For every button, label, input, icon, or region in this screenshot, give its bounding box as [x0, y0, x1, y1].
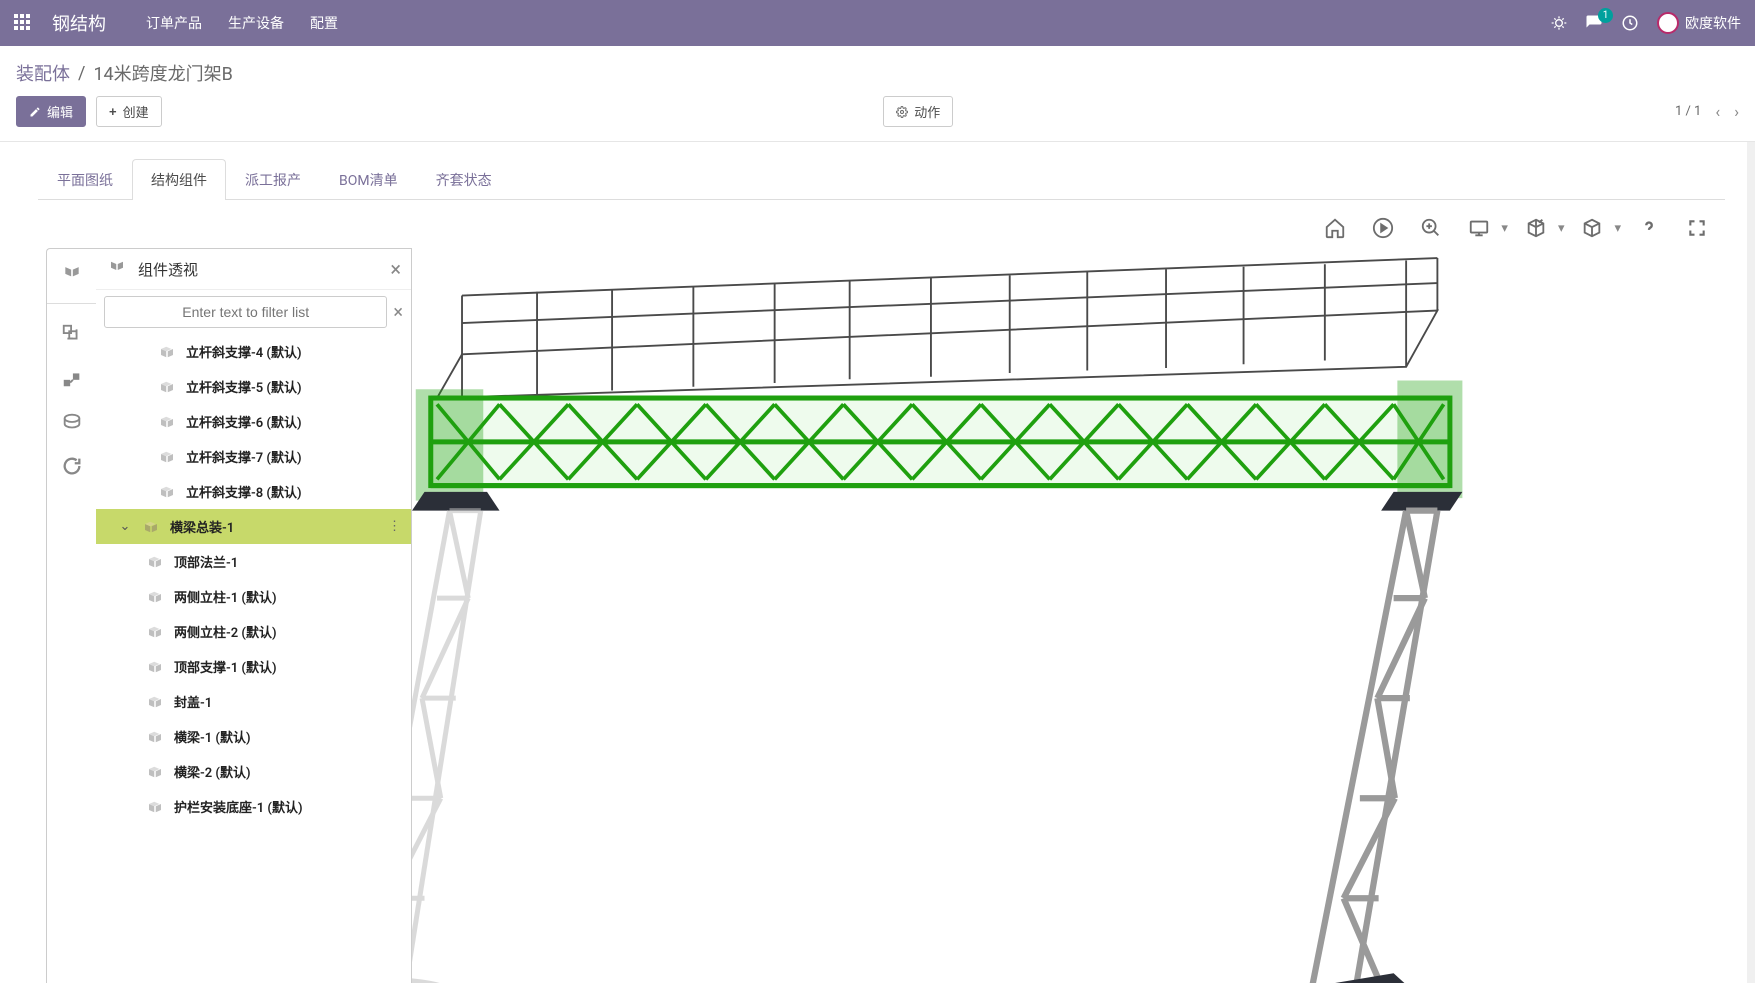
- clear-filter-icon[interactable]: ×: [393, 302, 403, 323]
- tree-part-node[interactable]: 立杆斜支撑-4 (默认): [96, 334, 411, 369]
- node-label: 立杆斜支撑-5 (默认): [186, 377, 302, 396]
- tree-part-node[interactable]: 护栏安装底座-1 (默认): [96, 789, 411, 824]
- user-menu[interactable]: 欧度软件: [1657, 12, 1741, 34]
- messages-badge: 1: [1598, 8, 1613, 23]
- breadcrumb-root[interactable]: 装配体: [16, 60, 70, 86]
- node-label: 横梁-2 (默认): [174, 762, 251, 781]
- node-label: 顶部支撑-1 (默认): [174, 657, 277, 676]
- edit-button[interactable]: 编辑: [16, 96, 86, 127]
- kebab-icon[interactable]: ⋮: [388, 519, 401, 534]
- viewer-toolbar: ▾ ▾ ▾: [38, 200, 1725, 248]
- filter-input[interactable]: [104, 296, 387, 328]
- breadcrumb-current: 14米跨度龙门架B: [93, 60, 232, 86]
- box-mode-icon[interactable]: [1572, 208, 1612, 248]
- messages-icon[interactable]: 1: [1585, 14, 1603, 32]
- zoom-icon[interactable]: [1411, 208, 1451, 248]
- tab-structure-components[interactable]: 结构组件: [132, 159, 226, 200]
- create-button[interactable]: +创建: [96, 96, 162, 127]
- tab-kitting-status[interactable]: 齐套状态: [417, 159, 511, 200]
- viewer-area: 组件透视 × × 立杆斜支撑-4 (默认) 立杆斜支撑-5 (默认) 立杆斜支撑-6…: [38, 248, 1725, 983]
- tree-part-node[interactable]: 立杆斜支撑-7 (默认): [96, 439, 411, 474]
- avatar-icon: [1657, 12, 1679, 34]
- menu-production-equipment[interactable]: 生产设备: [228, 13, 284, 33]
- tree-part-node[interactable]: 立杆斜支撑-5 (默认): [96, 369, 411, 404]
- node-label: 立杆斜支撑-7 (默认): [186, 447, 302, 466]
- tree-part-node[interactable]: 两侧立柱-1 (默认): [96, 579, 411, 614]
- tree-part-node[interactable]: 立杆斜支撑-6 (默认): [96, 404, 411, 439]
- tree-assembly-node[interactable]: ⌄ 横梁总装-1 ⋮: [96, 509, 411, 544]
- tree-part-node[interactable]: 顶部法兰-1: [96, 544, 411, 579]
- expand-toggle-icon[interactable]: ⌄: [118, 519, 132, 534]
- breadcrumb-row: 装配体 / 14米跨度龙门架B: [0, 46, 1755, 86]
- pager-position: 1 / 1: [1675, 104, 1701, 119]
- panel-title: 组件透视: [138, 259, 380, 280]
- chevron-down-icon[interactable]: ▾: [1501, 221, 1508, 236]
- fullscreen-icon[interactable]: [1677, 208, 1717, 248]
- component-tree[interactable]: 立杆斜支撑-4 (默认) 立杆斜支撑-5 (默认) 立杆斜支撑-6 (默认) 立杆斜支…: [96, 334, 411, 983]
- explode-icon[interactable]: [54, 360, 90, 396]
- play-icon[interactable]: [1363, 208, 1403, 248]
- rotate-icon[interactable]: [54, 448, 90, 484]
- tab-dispatch-report[interactable]: 派工报产: [226, 159, 320, 200]
- tab-bar: 平面图纸 结构组件 派工报产 BOM清单 齐套状态: [38, 158, 1725, 200]
- 3d-viewport[interactable]: [412, 248, 1725, 983]
- top-menu: 订单产品 生产设备 配置: [146, 13, 338, 33]
- menu-config[interactable]: 配置: [310, 13, 338, 33]
- action-dropdown[interactable]: 动作: [883, 96, 953, 127]
- pager-next[interactable]: ›: [1734, 102, 1739, 121]
- apps-launcher-icon[interactable]: [14, 14, 32, 32]
- tree-part-node[interactable]: 封盖-1: [96, 684, 411, 719]
- app-brand: 钢结构: [52, 10, 106, 36]
- component-tree-panel: 组件透视 × × 立杆斜支撑-4 (默认) 立杆斜支撑-5 (默认) 立杆斜支撑-6…: [96, 248, 412, 983]
- tree-panel-icon[interactable]: [54, 255, 90, 291]
- display-mode-icon[interactable]: [1459, 208, 1499, 248]
- panel-icon: [106, 258, 128, 280]
- node-label: 封盖-1: [174, 692, 212, 711]
- breadcrumb: 装配体 / 14米跨度龙门架B: [16, 60, 233, 86]
- tree-part-node[interactable]: 横梁-1 (默认): [96, 719, 411, 754]
- actions-row: 编辑 +创建 动作 1 / 1 ‹ ›: [0, 86, 1755, 142]
- node-label: 立杆斜支撑-4 (默认): [186, 342, 302, 361]
- tree-part-node[interactable]: 立杆斜支撑-8 (默认): [96, 474, 411, 509]
- node-label: 两侧立柱-2 (默认): [174, 622, 277, 641]
- bug-icon[interactable]: [1551, 15, 1567, 31]
- node-label: 立杆斜支撑-8 (默认): [186, 482, 302, 501]
- home-view-icon[interactable]: [1315, 208, 1355, 248]
- close-icon[interactable]: ×: [390, 257, 401, 281]
- assembly-icon[interactable]: [54, 316, 90, 352]
- chevron-down-icon[interactable]: ▾: [1558, 221, 1565, 236]
- menu-order-products[interactable]: 订单产品: [146, 13, 202, 33]
- help-icon[interactable]: [1629, 208, 1669, 248]
- node-label: 两侧立柱-1 (默认): [174, 587, 277, 606]
- node-label: 横梁总装-1: [170, 517, 234, 536]
- tree-part-node[interactable]: 顶部支撑-1 (默认): [96, 649, 411, 684]
- pager-prev[interactable]: ‹: [1715, 102, 1720, 121]
- box-outgoing-icon[interactable]: [1516, 208, 1556, 248]
- tree-part-node[interactable]: 横梁-2 (默认): [96, 754, 411, 789]
- viewer-dock: [46, 248, 96, 983]
- top-nav: 钢结构 订单产品 生产设备 配置 1 欧度软件: [0, 0, 1755, 46]
- node-label: 顶部法兰-1: [174, 552, 238, 571]
- tree-part-node[interactable]: 两侧立柱-2 (默认): [96, 614, 411, 649]
- node-label: 护栏安装底座-1 (默认): [174, 797, 303, 816]
- layers-icon[interactable]: [54, 404, 90, 440]
- node-label: 立杆斜支撑-6 (默认): [186, 412, 302, 431]
- tab-plan-drawing[interactable]: 平面图纸: [38, 159, 132, 200]
- node-label: 横梁-1 (默认): [174, 727, 251, 746]
- tab-bom-list[interactable]: BOM清单: [320, 159, 417, 200]
- chevron-down-icon[interactable]: ▾: [1614, 221, 1621, 236]
- clock-icon[interactable]: [1621, 14, 1639, 32]
